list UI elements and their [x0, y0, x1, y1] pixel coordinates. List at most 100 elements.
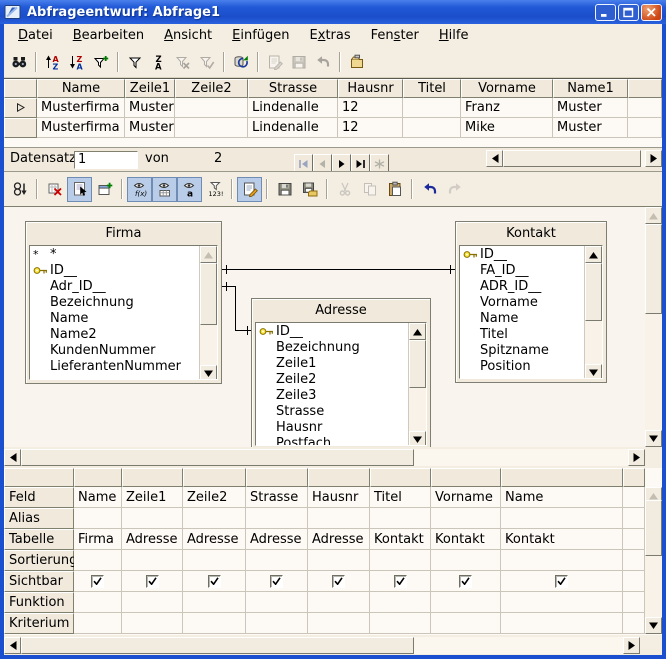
field-item[interactable]: Vorname — [460, 294, 602, 310]
field-scroll-thumb[interactable] — [409, 340, 426, 388]
design-scroll-left-arrow[interactable] — [4, 449, 21, 466]
table-cell[interactable]: Muster — [553, 98, 628, 118]
grid-cell-alias[interactable] — [122, 508, 183, 529]
grid-cell-sortierung[interactable] — [501, 550, 623, 571]
visible-checkbox[interactable] — [394, 575, 407, 588]
design-hscrollbar[interactable] — [4, 447, 662, 468]
column-header-hausnr[interactable]: Hausnr — [338, 79, 403, 98]
results-scroll-left-arrow[interactable] — [486, 150, 503, 167]
relation-line-firma-adresse[interactable] — [222, 286, 236, 287]
grid-cell-funktion[interactable] — [501, 592, 623, 613]
visible-checkbox[interactable] — [459, 575, 472, 588]
grid-cell-alias[interactable] — [246, 508, 308, 529]
maximize-button[interactable] — [618, 4, 639, 21]
sort-ascending-button[interactable]: AZ — [41, 50, 65, 74]
standard-filter-button[interactable] — [123, 50, 147, 74]
field-item[interactable]: Strasse — [256, 403, 426, 419]
visible-cell[interactable] — [122, 571, 183, 592]
grid-cell-kriterium[interactable] — [308, 613, 370, 634]
grid-cell-funktion[interactable] — [183, 592, 246, 613]
grid-cell-kriterium[interactable] — [74, 613, 122, 634]
grid-cell-tabelle[interactable]: Adresse — [183, 529, 246, 550]
grid-hscrollbar[interactable] — [4, 635, 662, 655]
grid-cell-feld[interactable]: Zeile1 — [122, 487, 183, 508]
table-cell[interactable]: 12 — [338, 118, 403, 138]
grid-column-header[interactable] — [122, 468, 183, 487]
table-cell[interactable]: Muster — [125, 118, 175, 138]
field-list-scrollbar[interactable] — [408, 323, 426, 445]
table-cell[interactable]: Mike — [461, 118, 553, 138]
visible-checkbox[interactable] — [146, 575, 159, 588]
field-list-scrollbar[interactable] — [199, 246, 217, 379]
menu-hilfe[interactable]: Hilfe — [429, 26, 479, 46]
visible-cell[interactable] — [370, 571, 431, 592]
grid-cell-alias[interactable] — [431, 508, 501, 529]
menu-fenster[interactable]: Fenster — [361, 26, 429, 46]
field-item[interactable]: Bezeichnung — [256, 339, 426, 355]
grid-cell-kriterium[interactable] — [183, 613, 246, 634]
field-item[interactable]: FA_ID__ — [460, 262, 602, 278]
save-document-button[interactable] — [272, 177, 297, 202]
grid-cell-tabelle[interactable]: Firma — [74, 529, 122, 550]
grid-cell-funktion[interactable] — [431, 592, 501, 613]
visible-cell[interactable] — [431, 571, 501, 592]
table-window-title[interactable]: Adresse — [252, 299, 430, 321]
table-cell[interactable]: 12 — [338, 98, 403, 118]
design-view-on-off-button[interactable] — [67, 177, 92, 202]
table-cell[interactable] — [403, 98, 461, 118]
column-header-zeile2[interactable]: Zeile2 — [175, 79, 248, 98]
clear-query-button[interactable] — [42, 177, 67, 202]
field-scroll-up-arrow[interactable] — [585, 246, 602, 263]
column-header-strasse[interactable]: Strasse — [248, 79, 338, 98]
table-cell[interactable] — [175, 118, 248, 138]
grid-cell-sortierung[interactable] — [308, 550, 370, 571]
find-record-button[interactable] — [7, 50, 31, 74]
field-list-scrollbar[interactable] — [584, 246, 602, 378]
grid-vscroll-thumb[interactable] — [645, 500, 662, 556]
design-scroll-right-arrow[interactable] — [628, 449, 645, 466]
field-item[interactable]: Zeile1 — [256, 355, 426, 371]
table-cell[interactable]: Musterfirma — [37, 98, 125, 118]
grid-scroll-left-arrow[interactable] — [4, 637, 21, 654]
edit-button[interactable] — [237, 177, 262, 202]
column-header-vorname[interactable]: Vorname — [461, 79, 553, 98]
grid-cell-funktion[interactable] — [74, 592, 122, 613]
grid-cell-sortierung[interactable] — [246, 550, 308, 571]
field-item[interactable]: ** — [30, 246, 217, 262]
visible-checkbox[interactable] — [91, 575, 104, 588]
table-window-adresse[interactable]: AdresseID__BezeichnungZeile1Zeile2Zeile3… — [251, 298, 431, 447]
grid-cell-feld[interactable]: Zeile2 — [183, 487, 246, 508]
grid-column-header[interactable] — [370, 468, 431, 487]
field-scroll-thumb[interactable] — [585, 263, 602, 321]
add-table-button[interactable] — [92, 177, 117, 202]
design-vscroll-thumb[interactable] — [645, 224, 662, 314]
grid-cell-kriterium[interactable] — [431, 613, 501, 634]
grid-cell-alias[interactable] — [501, 508, 623, 529]
table-cell[interactable]: Lindenalle — [248, 118, 338, 138]
grid-cell-sortierung[interactable] — [74, 550, 122, 571]
field-item[interactable]: Name2 — [30, 326, 217, 342]
grid-column-header[interactable] — [74, 468, 122, 487]
design-vscroll-down-arrow[interactable] — [645, 430, 662, 447]
table-cell[interactable]: Muster — [553, 118, 628, 138]
grid-cell-alias[interactable] — [370, 508, 431, 529]
visible-checkbox[interactable] — [555, 575, 568, 588]
grid-cell-kriterium[interactable] — [501, 613, 623, 634]
table-cell[interactable] — [403, 118, 461, 138]
minimize-button[interactable] — [595, 4, 616, 21]
field-scroll-down-arrow[interactable] — [200, 365, 217, 380]
grid-cell-tabelle[interactable]: Adresse — [122, 529, 183, 550]
run-query-button[interactable] — [7, 177, 32, 202]
table-window-title[interactable]: Kontakt — [456, 222, 606, 244]
grid-column-header[interactable] — [308, 468, 370, 487]
grid-column-header[interactable] — [623, 468, 645, 487]
functions-button[interactable]: f(x) — [127, 177, 152, 202]
grid-cell-funktion[interactable] — [122, 592, 183, 613]
grid-cell-tabelle[interactable]: Kontakt — [370, 529, 431, 550]
menu-bearbeiten[interactable]: Bearbeiten — [63, 26, 154, 46]
column-header-name1[interactable]: Name1 — [553, 79, 628, 98]
grid-cell-funktion[interactable] — [308, 592, 370, 613]
relation-line-firma-adresse[interactable] — [235, 330, 251, 331]
distinct-values-button[interactable]: 123! — [202, 177, 227, 202]
field-item[interactable]: Zeile3 — [256, 387, 426, 403]
